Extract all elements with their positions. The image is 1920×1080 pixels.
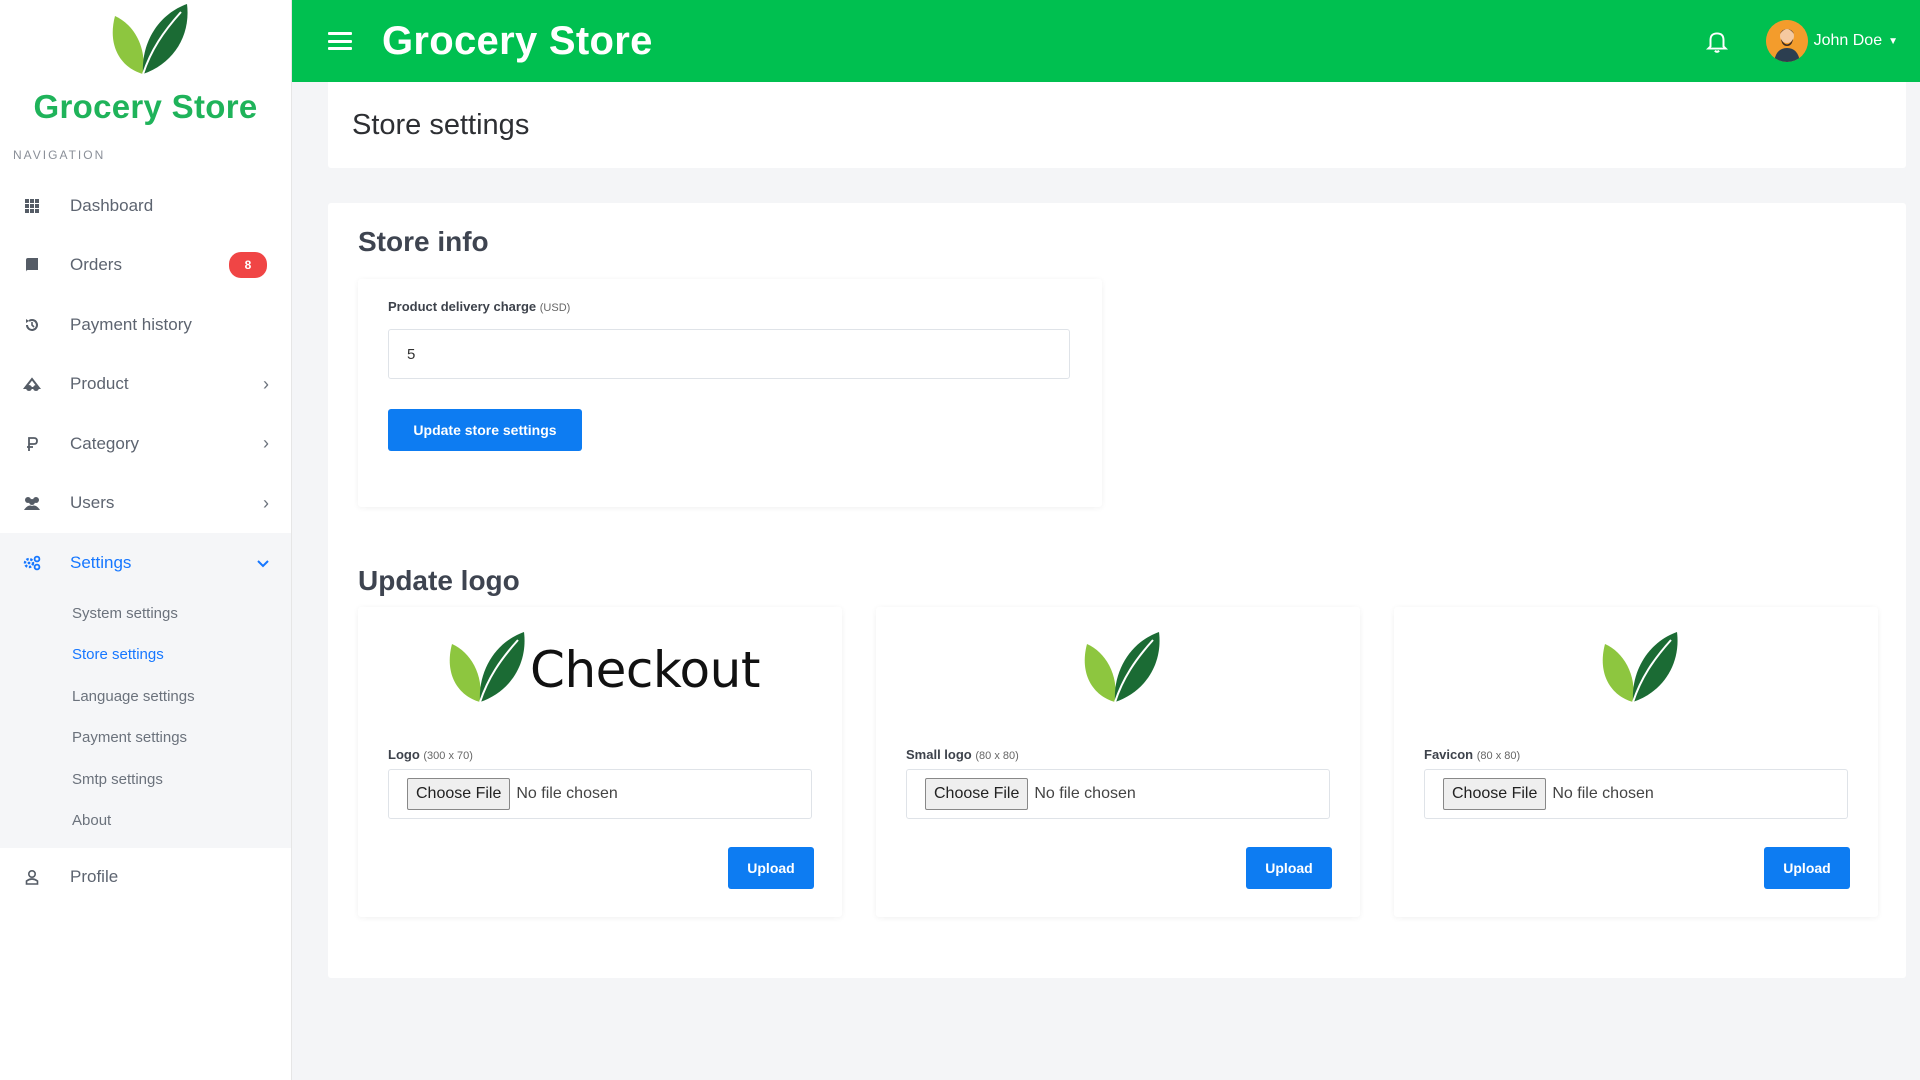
settings-group: Settings System settings Store settings … <box>0 533 291 848</box>
favicon-preview <box>1394 629 1878 711</box>
leaf-logo-icon <box>449 632 525 703</box>
nav-list: Dashboard Orders 8 Payment history Produ… <box>0 176 291 907</box>
leaf-logo-icon <box>1602 632 1678 703</box>
sidebar-item-dashboard[interactable]: Dashboard <box>0 176 291 236</box>
hamburger-icon[interactable] <box>328 32 352 50</box>
topbar: Grocery Store John Doe ▼ <box>292 0 1920 82</box>
grid-icon <box>22 196 42 216</box>
subnav-item-payment-settings[interactable]: Payment settings <box>0 717 291 759</box>
small-logo-preview <box>876 629 1360 711</box>
brand-name: Grocery Store <box>33 88 258 125</box>
sidebar-item-users[interactable]: Users › <box>0 474 291 534</box>
file-status: No file chosen <box>1034 785 1136 802</box>
sidebar-item-profile[interactable]: Profile <box>0 848 291 908</box>
upload-small-logo-button[interactable]: Upload <box>1246 847 1332 889</box>
choose-file-button[interactable]: Choose File <box>925 778 1029 810</box>
sidebar-item-settings[interactable]: Settings <box>0 533 291 593</box>
topbar-title: Grocery Store <box>382 18 653 63</box>
favicon-upload-card: Favicon (80 x 80) Choose File No file ch… <box>1394 607 1878 917</box>
settings-card: Store info Product delivery charge (USD)… <box>328 203 1906 978</box>
brand[interactable]: Grocery Store <box>0 0 291 140</box>
logo-preview: Checkout <box>358 629 842 711</box>
chevron-right-icon: › <box>263 373 269 394</box>
small-logo-file-input[interactable]: Choose File No file chosen <box>906 769 1330 819</box>
bell-icon[interactable] <box>1704 28 1730 54</box>
favicon-label: Favicon (80 x 80) <box>1424 747 1521 762</box>
subnav-item-store-settings[interactable]: Store settings <box>0 634 291 676</box>
sidebar-item-payment-history[interactable]: Payment history <box>0 295 291 355</box>
leaf-logo-icon <box>112 4 188 75</box>
user-menu[interactable]: John Doe ▼ <box>1765 20 1898 62</box>
user-name: John Doe <box>1813 32 1883 49</box>
chevron-right-icon: › <box>263 433 269 454</box>
favicon-file-input[interactable]: Choose File No file chosen <box>1424 769 1848 819</box>
delivery-charge-label: Product delivery charge (USD) <box>388 299 571 314</box>
orders-count-badge: 8 <box>229 252 267 279</box>
upload-favicon-button[interactable]: Upload <box>1764 847 1850 889</box>
caret-down-icon: ▼ <box>1888 35 1898 47</box>
logo-preview-text: Checkout <box>530 641 760 699</box>
settings-icon <box>22 553 42 573</box>
sidebar: Grocery Store NAVIGATION Dashboard Order… <box>0 0 292 1080</box>
subnav-item-language-settings[interactable]: Language settings <box>0 676 291 718</box>
delivery-charge-unit: (USD) <box>539 302 571 314</box>
small-logo-upload-card: Small logo (80 x 80) Choose File No file… <box>876 607 1360 917</box>
upload-logo-button[interactable]: Upload <box>728 847 814 889</box>
sidebar-item-label: Users <box>70 493 115 513</box>
logo-label: Logo (300 x 70) <box>388 747 473 762</box>
chevron-right-icon: › <box>263 492 269 513</box>
nav-header: NAVIGATION <box>13 148 106 162</box>
sidebar-item-category[interactable]: Category › <box>0 414 291 474</box>
file-status: No file chosen <box>1552 785 1654 802</box>
subnav-item-smtp-settings[interactable]: Smtp settings <box>0 759 291 801</box>
sidebar-item-label: Product <box>70 374 129 394</box>
store-info-title: Store info <box>358 226 489 257</box>
users-icon <box>22 493 42 513</box>
category-icon <box>22 434 42 454</box>
logo-upload-card: Checkout Logo (300 x 70) Choose File No … <box>358 607 842 917</box>
update-store-settings-button[interactable]: Update store settings <box>388 409 582 451</box>
history-icon <box>22 315 42 335</box>
choose-file-button[interactable]: Choose File <box>1443 778 1547 810</box>
sidebar-item-label: Settings <box>70 552 132 572</box>
leaf-logo-icon <box>1084 632 1160 703</box>
chevron-down-icon <box>257 552 269 573</box>
topbar-right: John Doe ▼ <box>1704 20 1920 62</box>
product-icon <box>22 374 42 394</box>
page-title: Store settings <box>352 108 530 141</box>
sidebar-item-orders[interactable]: Orders 8 <box>0 236 291 296</box>
subnav-item-system-settings[interactable]: System settings <box>0 593 291 635</box>
update-logo-title: Update logo <box>358 565 520 596</box>
sidebar-item-label: Orders <box>70 255 122 275</box>
small-logo-label: Small logo (80 x 80) <box>906 747 1019 762</box>
user-icon <box>22 867 42 887</box>
page-header: Store settings <box>328 82 1906 168</box>
store-info-card: Product delivery charge (USD) Update sto… <box>358 279 1102 507</box>
sidebar-item-label: Profile <box>70 867 119 887</box>
sidebar-item-product[interactable]: Product › <box>0 355 291 415</box>
sidebar-item-label: Payment history <box>70 314 192 334</box>
book-icon <box>22 255 42 275</box>
delivery-charge-input[interactable] <box>388 329 1070 379</box>
file-status: No file chosen <box>516 785 618 802</box>
avatar <box>1765 20 1808 62</box>
settings-subnav: System settings Store settings Language … <box>0 593 291 848</box>
subnav-item-about[interactable]: About <box>0 800 291 842</box>
sidebar-item-label: Dashboard <box>70 195 154 215</box>
sidebar-item-label: Category <box>70 433 139 453</box>
choose-file-button[interactable]: Choose File <box>407 778 511 810</box>
logo-file-input[interactable]: Choose File No file chosen <box>388 769 812 819</box>
